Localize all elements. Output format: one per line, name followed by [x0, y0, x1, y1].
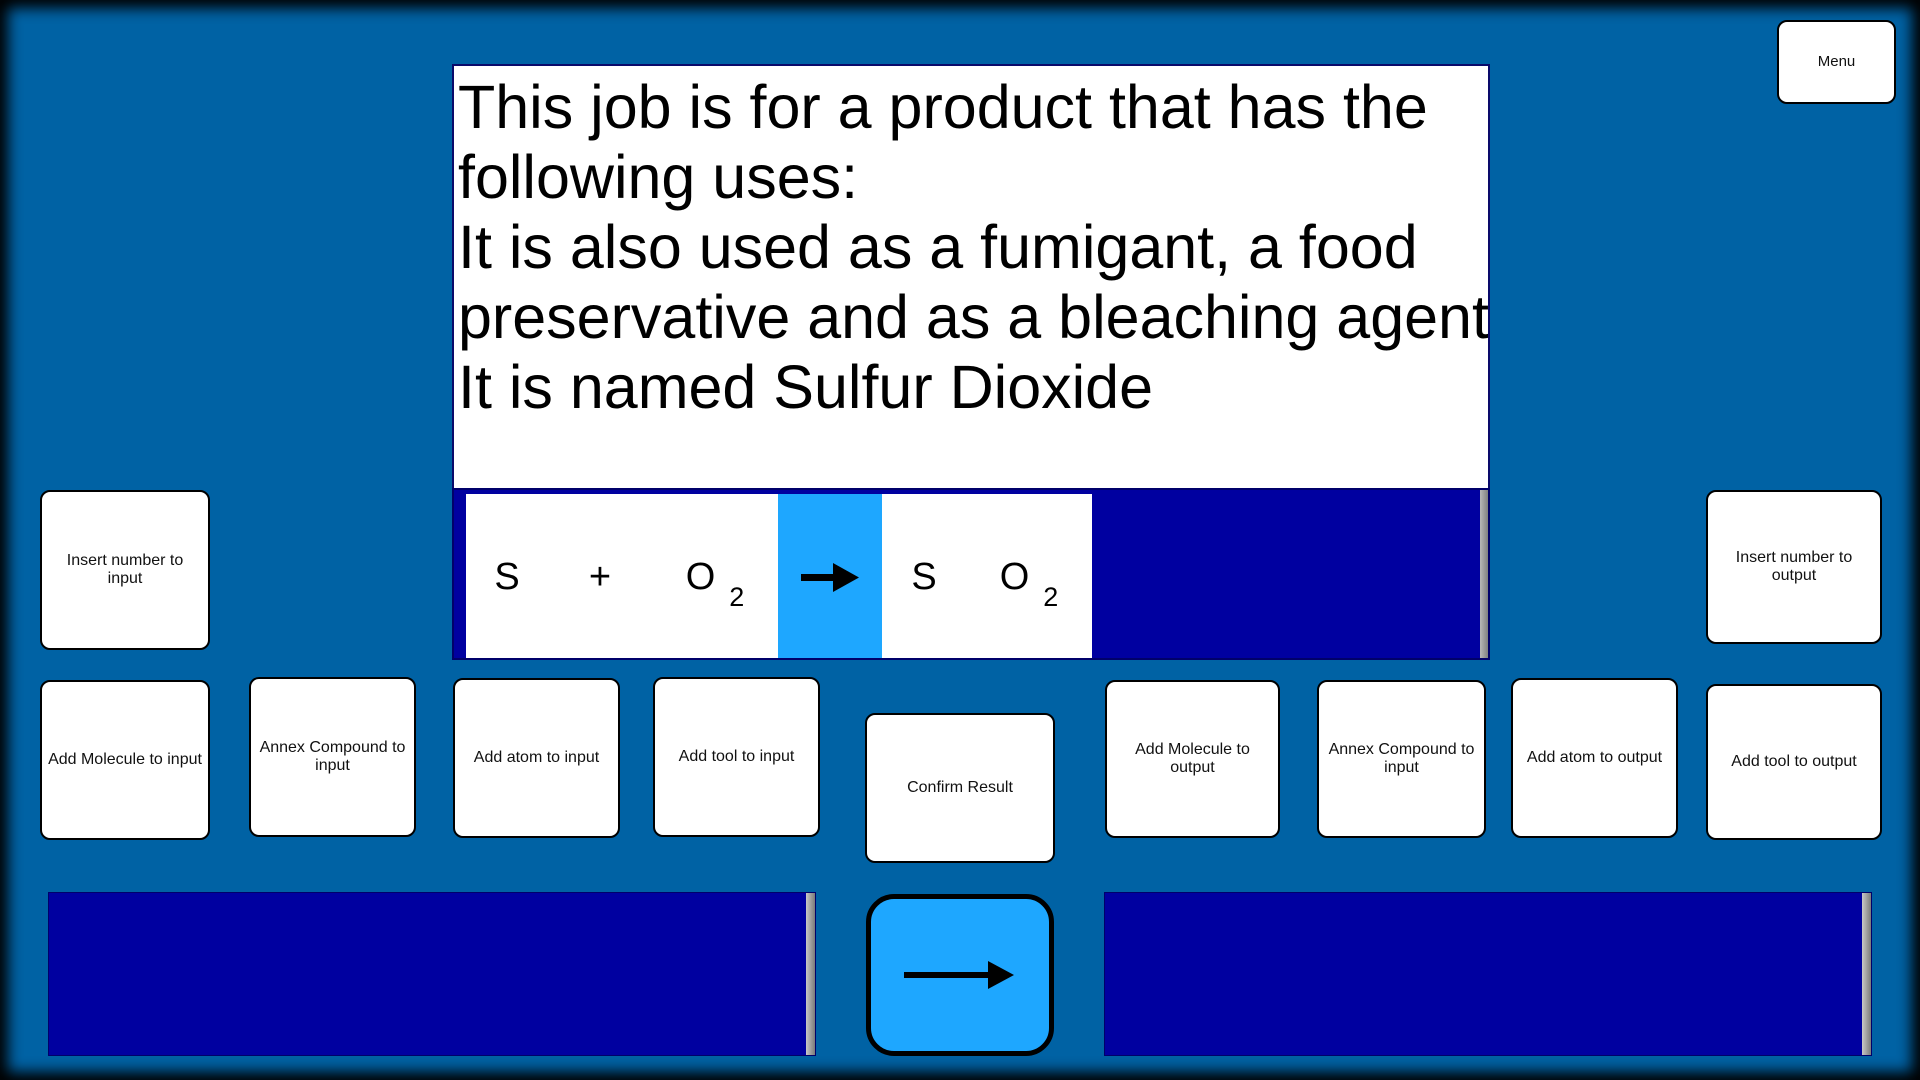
product-molecule-o2[interactable]: O 2	[966, 494, 1092, 658]
add-atom-output-button[interactable]: Add atom to output	[1511, 678, 1678, 838]
add-atom-input-button[interactable]: Add atom to input	[453, 678, 620, 838]
job-description-line: It is also used as a fumigant, a food	[458, 213, 1418, 281]
plus-operator: +	[548, 494, 652, 658]
add-molecule-input-button[interactable]: Add Molecule to input	[40, 680, 210, 840]
job-description-line: following uses:	[458, 143, 859, 211]
annex-compound-input-button[interactable]: Annex Compound to input	[249, 677, 416, 837]
job-description-line: This job is for a product that has the	[458, 73, 1428, 141]
annex-compound-output-button[interactable]: Annex Compound to input	[1317, 680, 1486, 838]
plus-symbol: +	[588, 555, 612, 598]
confirm-result-button[interactable]: Confirm Result	[865, 713, 1055, 863]
atom-symbol: S	[494, 555, 520, 598]
job-description-line: It is named Sulfur Dioxide	[458, 353, 1154, 421]
reaction-arrow	[778, 494, 882, 658]
output-panel-scrollbar[interactable]	[1862, 893, 1871, 1055]
insert-number-input-button[interactable]: Insert number to input	[40, 490, 210, 650]
reactant-molecule-o2[interactable]: O 2	[652, 494, 778, 658]
equation-scrollbar[interactable]	[1480, 490, 1488, 658]
atom-subscript: 2	[1043, 581, 1059, 612]
add-tool-output-button[interactable]: Add tool to output	[1706, 684, 1882, 840]
add-tool-input-button[interactable]: Add tool to input	[653, 677, 820, 837]
run-reaction-button[interactable]	[866, 894, 1054, 1056]
input-panel[interactable]	[48, 892, 816, 1056]
job-description: This job is for a product that has the f…	[452, 64, 1490, 490]
product-atom-s[interactable]: S	[882, 494, 966, 658]
atom-symbol: O	[999, 555, 1030, 598]
output-panel[interactable]	[1104, 892, 1872, 1056]
reactant-atom-s[interactable]: S	[466, 494, 548, 658]
input-panel-scrollbar[interactable]	[806, 893, 815, 1055]
arrow-right-icon	[904, 961, 1014, 989]
reaction-builder-app: Menu This job is for a product that has …	[0, 0, 1920, 1080]
add-molecule-output-button[interactable]: Add Molecule to output	[1105, 680, 1280, 838]
insert-number-output-button[interactable]: Insert number to output	[1706, 490, 1882, 644]
job-description-line: preservative and as a bleaching agent	[458, 283, 1489, 351]
atom-symbol: S	[911, 555, 937, 598]
arrow-right-icon	[801, 563, 859, 592]
atom-subscript: 2	[729, 581, 745, 612]
equation-display: S + O 2 S O 2	[452, 488, 1490, 660]
menu-button[interactable]: Menu	[1777, 20, 1896, 104]
atom-symbol: O	[685, 555, 716, 598]
